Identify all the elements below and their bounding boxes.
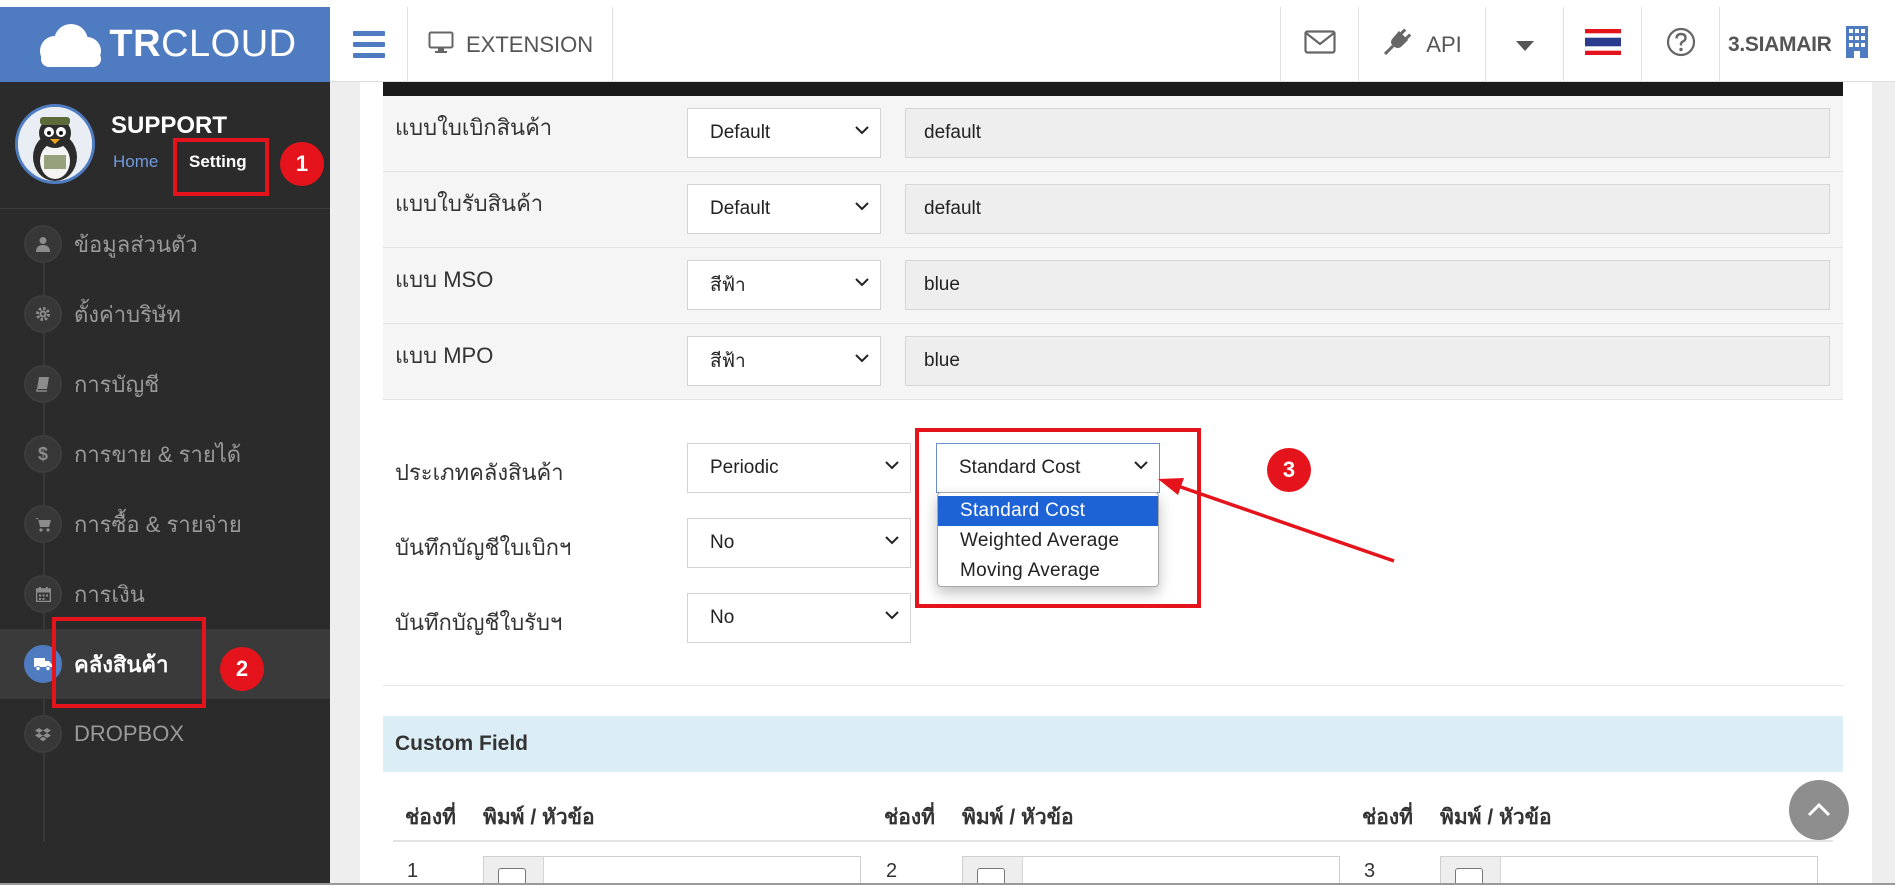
annotation-arrow <box>1158 478 1395 563</box>
